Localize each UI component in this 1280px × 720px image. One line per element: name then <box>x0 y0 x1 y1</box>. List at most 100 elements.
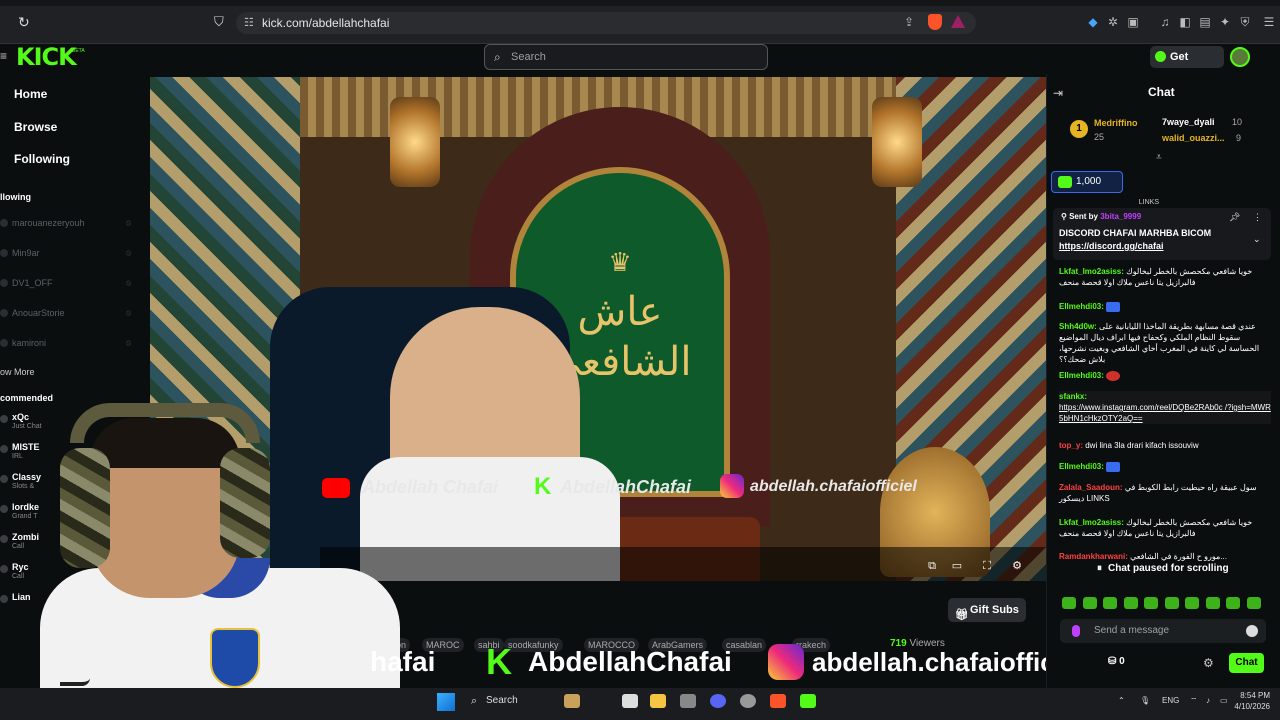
chat-input[interactable]: Send a message <box>1060 619 1266 643</box>
emote <box>1106 370 1121 381</box>
discord-icon[interactable] <box>710 694 726 708</box>
browser-menu-icon[interactable]: ☰ <box>1262 15 1276 29</box>
get-kicks-button[interactable]: Get KICKs <box>1150 46 1224 85</box>
leaderboard-user[interactable]: 7waye_dyali <box>1162 117 1215 127</box>
pinned-link[interactable]: https://discord.gg/chafai <box>1059 241 1164 251</box>
chat-username[interactable]: sfankx: <box>1059 392 1087 401</box>
emote-button[interactable] <box>1226 597 1240 609</box>
volume-icon[interactable]: ♪ <box>1206 696 1210 705</box>
kicks-balance-icon: ⛁ <box>1108 656 1117 667</box>
chat-paused-indicator[interactable]: ⏸︎ Chat paused for scrolling <box>1094 561 1234 577</box>
pause-icon: ⏸︎ <box>1097 563 1102 574</box>
brave-shields-icon[interactable] <box>928 14 942 30</box>
brave-icon[interactable] <box>770 694 786 708</box>
quick-emote-bar[interactable] <box>1062 596 1272 610</box>
emote-button[interactable] <box>1144 597 1158 609</box>
following-channel[interactable]: Min9ar ⦸ <box>0 247 140 261</box>
extension-camera-icon[interactable]: ▣ <box>1126 15 1140 29</box>
chat-username[interactable]: top_y: <box>1059 441 1083 450</box>
leo-icon[interactable]: ✦ <box>1218 15 1232 29</box>
search-input[interactable]: ⌕ Search <box>484 44 768 70</box>
emote-button[interactable] <box>1246 597 1261 609</box>
chat-username[interactable]: Ellmehdi03: <box>1059 302 1104 311</box>
chat-settings-icon[interactable]: ⚙ <box>1203 656 1217 670</box>
emote-button[interactable] <box>1103 597 1117 609</box>
fullscreen-icon[interactable]: ⛶ <box>980 559 994 573</box>
settings-icon[interactable]: ⚙ <box>1010 559 1024 573</box>
chat-username[interactable]: Zalala_Saadoun: <box>1059 483 1123 492</box>
mic-icon[interactable] <box>1072 625 1080 637</box>
brave-rewards-icon[interactable] <box>951 15 965 28</box>
taskbar-app-icon[interactable] <box>564 694 580 708</box>
leaderboard-user[interactable]: Medriffino <box>1094 118 1138 128</box>
show-more-link[interactable]: ow More <box>0 367 35 377</box>
following-channel[interactable]: AnouarStorie ⦸ <box>0 307 140 321</box>
user-avatar[interactable] <box>1230 47 1250 67</box>
mic-icon[interactable]: 🎙︎ <box>1140 696 1150 705</box>
chat-username[interactable]: Ellmehdi03: <box>1059 371 1104 380</box>
nav-home[interactable]: Home <box>14 87 47 101</box>
collapse-chat-icon[interactable]: ⇥ <box>1053 86 1067 100</box>
chat-username[interactable]: Shh4d0w: <box>1059 322 1097 331</box>
overlay-kick-name: AbdellahChafai <box>528 646 732 677</box>
following-channel[interactable]: kamironi ⦸ <box>0 337 140 351</box>
chat-username[interactable]: Ellmehdi03: <box>1059 462 1104 471</box>
leaderboard-user[interactable]: walid_ouazzi... <box>1162 133 1225 143</box>
nav-following[interactable]: Following <box>14 152 70 166</box>
expand-leaderboard-icon[interactable]: ⩡ <box>1156 152 1162 163</box>
pinned-message: ⚲ Sent by 3bita_9999 DISCORD CHAFAI MARH… <box>1053 208 1271 260</box>
theater-mode-icon[interactable]: ▭ <box>950 559 964 573</box>
chat-username[interactable]: Ramdankharwani: <box>1059 552 1128 561</box>
extension-shield-icon[interactable]: ◆ <box>1086 15 1100 29</box>
chat-username[interactable]: Lkfat_lmo2asiss: <box>1059 267 1124 276</box>
gift-subs-button[interactable]: 🎁︎ Gift Subs <box>948 598 1026 622</box>
wallet-icon[interactable]: ▤ <box>1198 15 1212 29</box>
share-icon[interactable]: ⇪ <box>904 15 918 29</box>
menu-icon[interactable]: ≡ <box>0 49 7 63</box>
kick-app-icon[interactable] <box>800 694 816 708</box>
network-icon[interactable]: ⌔ <box>1190 696 1198 706</box>
chat-link[interactable]: https://www.instagram.com/reel/DQBe2RAb0… <box>1059 403 1271 423</box>
file-explorer-icon[interactable] <box>650 694 666 708</box>
windows-start-icon[interactable] <box>437 693 455 711</box>
following-channel[interactable]: DV1_OFF ⦸ <box>0 277 140 291</box>
emote-button[interactable] <box>1062 597 1076 609</box>
crown-icon: ♛ <box>608 247 632 277</box>
emote-button[interactable] <box>1123 597 1138 609</box>
obs-icon[interactable] <box>740 694 756 708</box>
emote-button[interactable] <box>1164 597 1179 609</box>
reload-icon[interactable]: ↻ <box>18 14 34 30</box>
gift-goal-badge[interactable]: 1,000 <box>1051 171 1123 193</box>
clip-icon[interactable]: ⧉ <box>925 559 939 573</box>
camera-icon[interactable] <box>680 694 696 708</box>
offline-icon: ⦸ <box>126 338 132 347</box>
vpn-icon[interactable]: ⛨ <box>1238 15 1252 29</box>
chat-username[interactable]: Lkfat_lmo2asiss: <box>1059 518 1124 527</box>
kick-icon: K <box>486 641 512 682</box>
sidebar-icon[interactable]: ◧ <box>1178 15 1192 29</box>
pinned-sender-name[interactable]: 3bita_9999 <box>1100 212 1141 221</box>
more-options-icon[interactable]: ⋮ <box>1253 212 1262 223</box>
emote-button[interactable] <box>1205 597 1220 609</box>
extension-puzzle-icon[interactable]: ✲ <box>1106 15 1120 29</box>
kick-logo[interactable]: KICK <box>16 44 77 70</box>
unpin-icon[interactable]: 📌︎ <box>1229 212 1240 223</box>
leaderboard-count: 25 <box>1094 132 1105 142</box>
tray-chevron-icon[interactable]: ⌃ <box>1118 696 1125 705</box>
site-info-icon[interactable]: ☷ <box>244 12 254 34</box>
following-channel[interactable]: marouanezeryouh ⦸ <box>0 217 140 231</box>
task-view-icon[interactable] <box>622 694 638 708</box>
chevron-down-icon[interactable]: ⌄ <box>1253 234 1261 245</box>
media-icon[interactable]: ♫ <box>1158 15 1172 29</box>
emote-button[interactable] <box>1082 597 1097 609</box>
emoji-icon[interactable] <box>1246 625 1258 637</box>
address-bar[interactable]: ☷ kick.com/abdellahchafai <box>236 12 976 34</box>
emote-button[interactable] <box>1185 597 1199 609</box>
language-indicator[interactable]: ENG <box>1162 696 1179 705</box>
chat-send-button[interactable]: Chat <box>1229 653 1264 673</box>
nav-browse[interactable]: Browse <box>14 120 57 134</box>
system-clock[interactable]: 8:54 PM 4/10/2026 <box>1232 690 1270 712</box>
battery-icon[interactable]: ▭ <box>1220 696 1228 705</box>
taskbar-search[interactable]: ⌕ Search <box>466 691 562 711</box>
bookmark-icon[interactable]: ⛉ <box>214 14 226 30</box>
